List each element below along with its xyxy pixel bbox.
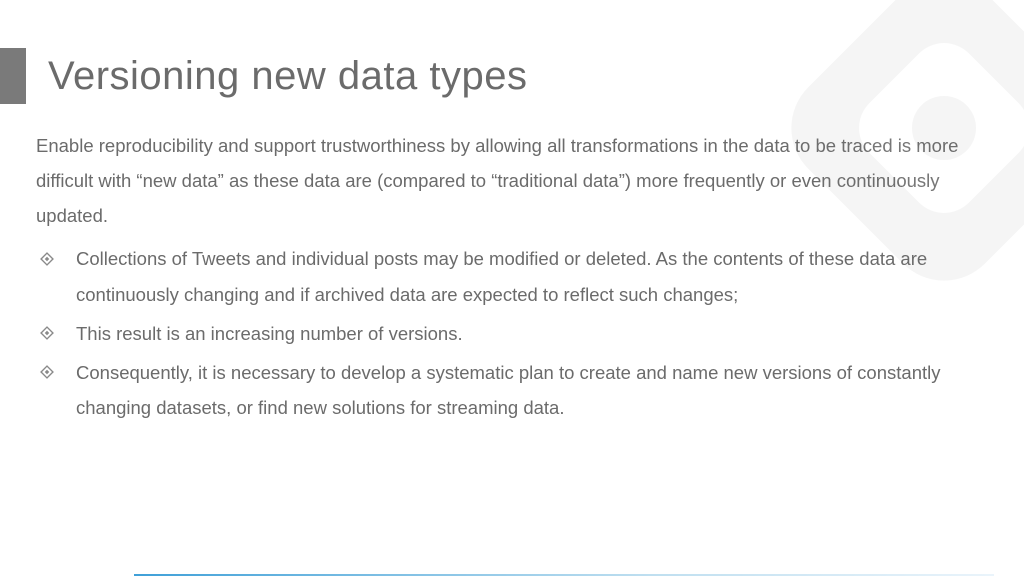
intro-paragraph: Enable reproducibility and support trust… xyxy=(36,128,988,233)
diamond-bullet-icon xyxy=(40,252,54,266)
title-accent-bar xyxy=(0,48,26,104)
list-item: Collections of Tweets and individual pos… xyxy=(36,241,988,311)
list-item: Consequently, it is necessary to develop… xyxy=(36,355,988,425)
list-item-text: This result is an increasing number of v… xyxy=(76,323,463,344)
diamond-bullet-icon xyxy=(40,326,54,340)
list-item: This result is an increasing number of v… xyxy=(36,316,988,351)
bullet-list: Collections of Tweets and individual pos… xyxy=(36,241,988,425)
list-item-text: Consequently, it is necessary to develop… xyxy=(76,362,940,418)
title-row: Versioning new data types xyxy=(0,48,1024,104)
slide-body: Enable reproducibility and support trust… xyxy=(0,104,1024,425)
slide-title: Versioning new data types xyxy=(48,54,527,99)
list-item-text: Collections of Tweets and individual pos… xyxy=(76,248,927,304)
diamond-bullet-icon xyxy=(40,365,54,379)
